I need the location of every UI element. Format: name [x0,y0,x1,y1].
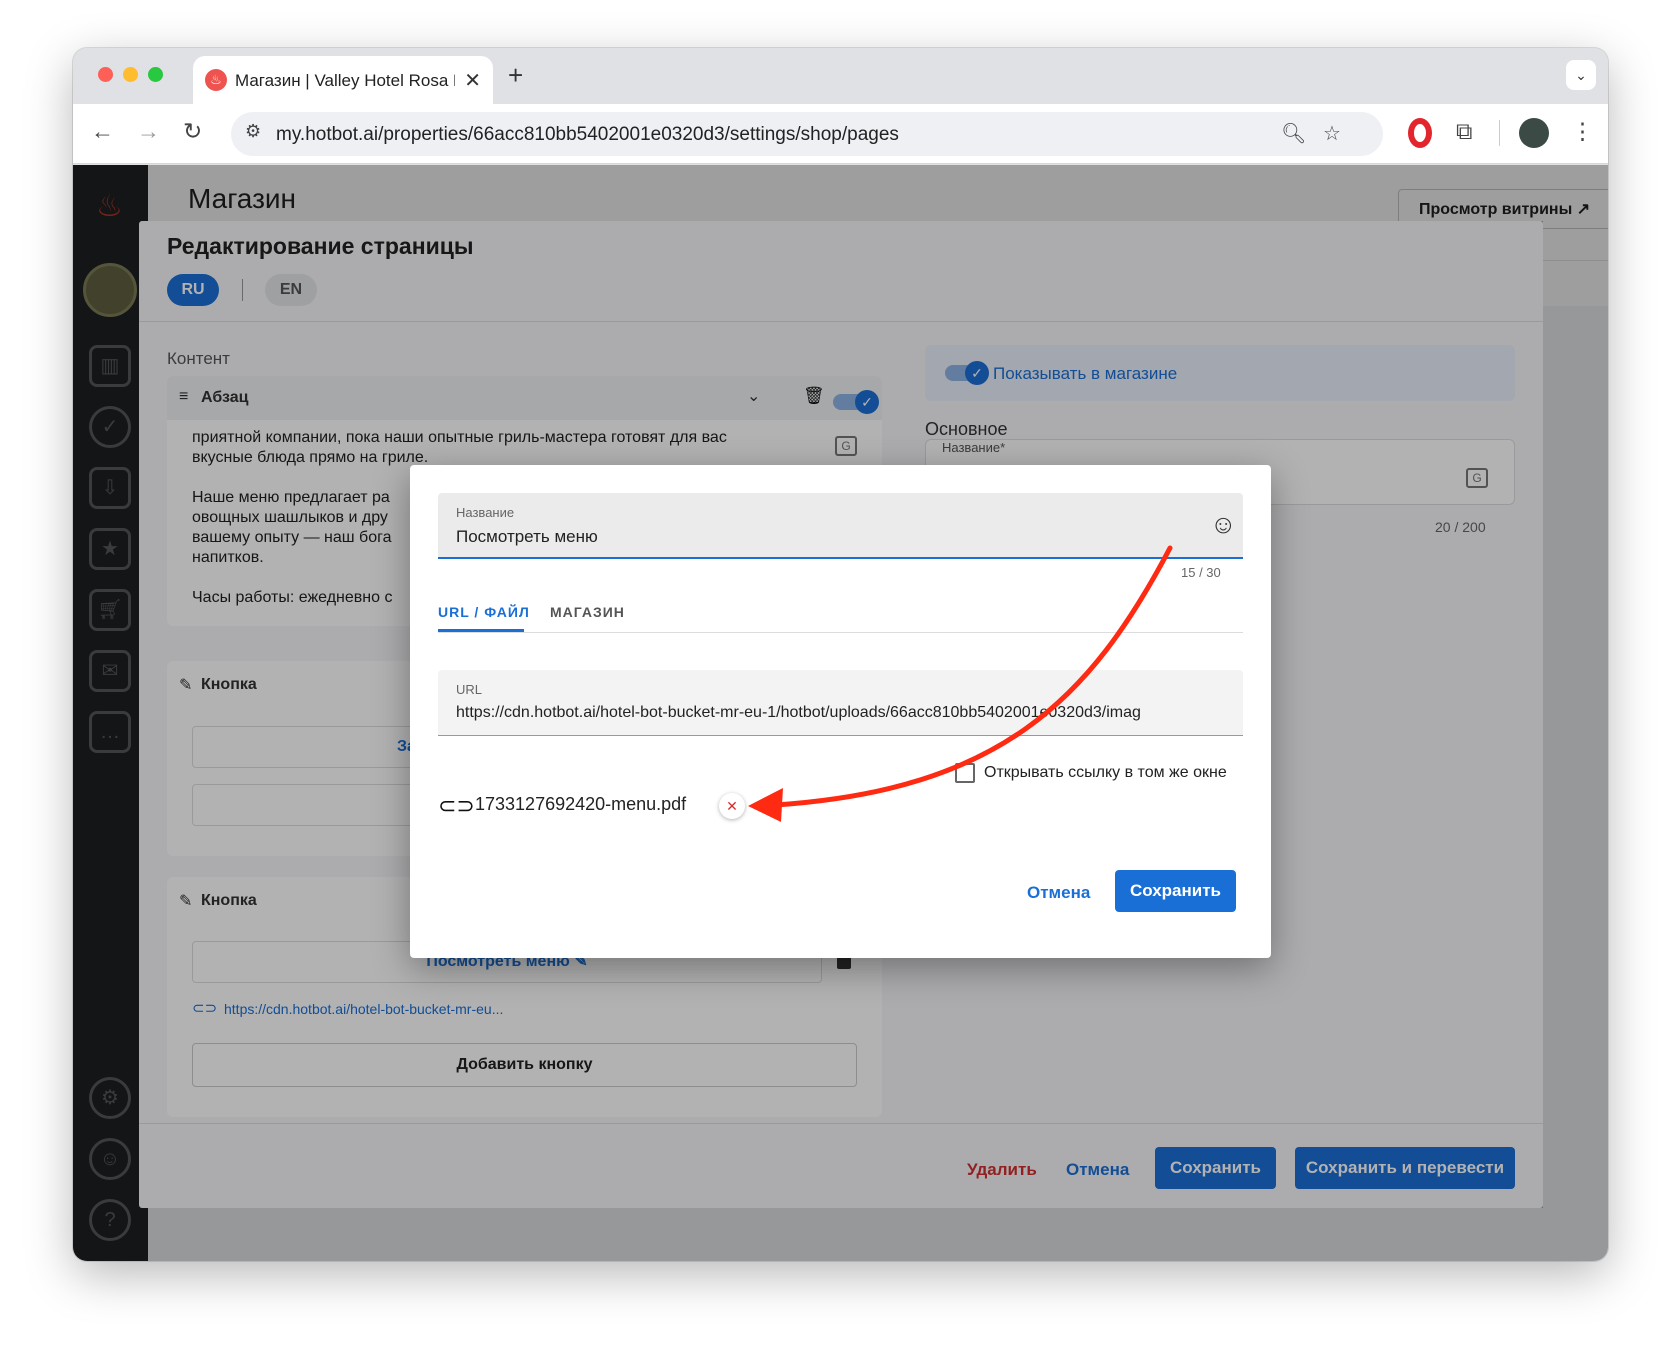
annotation-arrow-head [748,788,783,822]
annotation-arrow-curve [772,545,1173,808]
annotation-arrow [748,545,1173,822]
